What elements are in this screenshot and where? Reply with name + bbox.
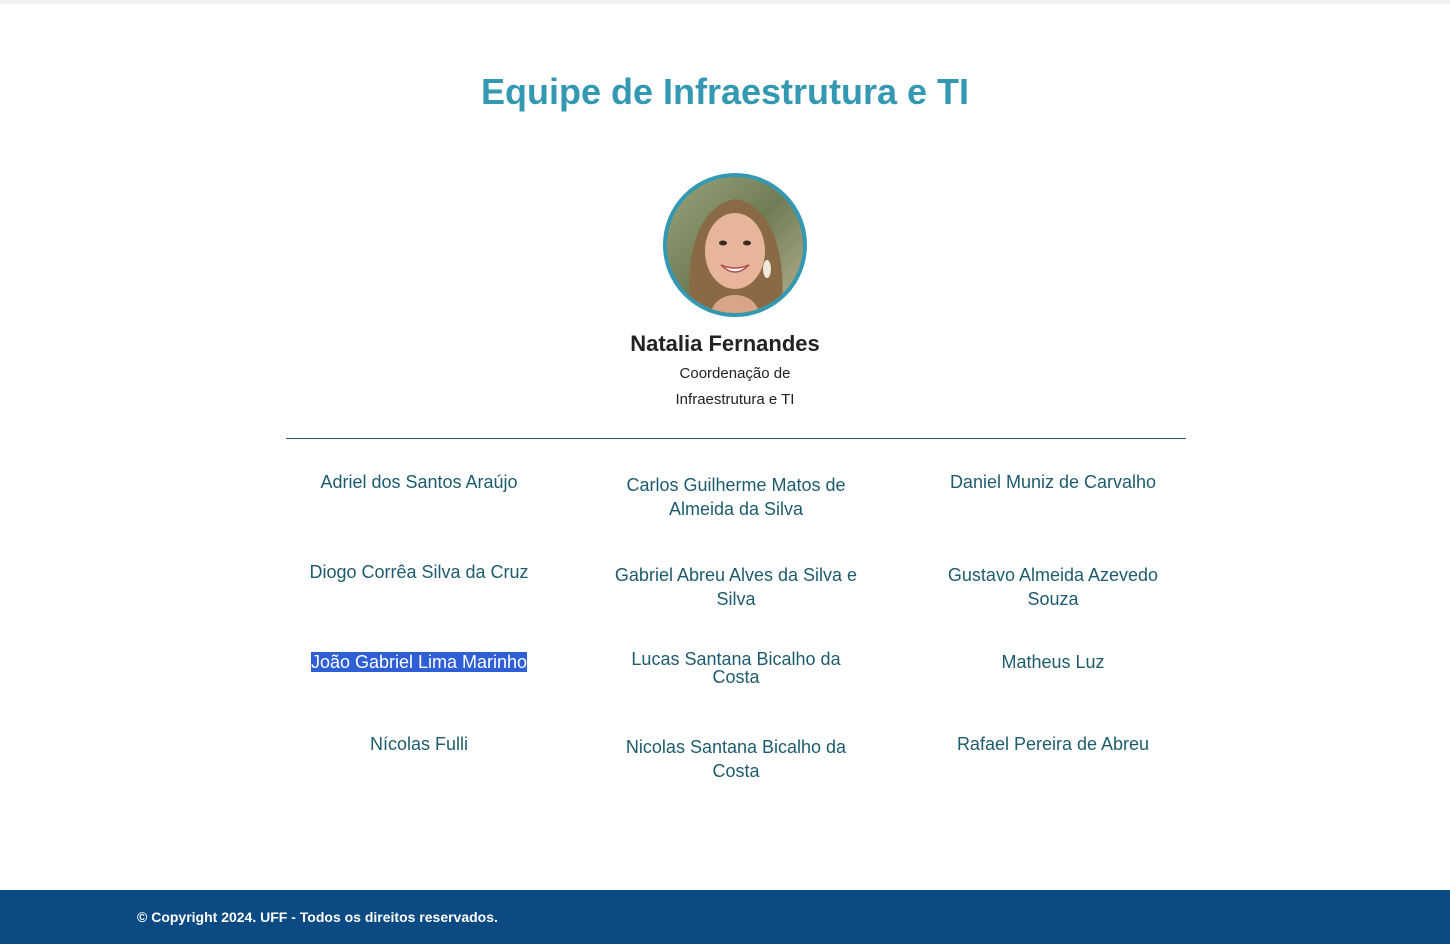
leader-name: Natalia Fernandes [630, 331, 820, 356]
member-name: Nicolas Santana Bicalho da Costa [625, 737, 847, 781]
leader-role: Coordenação de Infraestrutura e TI [675, 365, 795, 408]
member-row: Diogo Corrêa Silva da Cruz Gabriel Abreu… [290, 552, 1182, 642]
member-row: Adriel dos Santos Araújo Carlos Guilherm… [290, 462, 1182, 552]
section-divider [286, 438, 1186, 439]
member-name: Diogo Corrêa Silva da Cruz [309, 562, 529, 582]
page-title: Equipe de Infraestrutura e TI [480, 71, 970, 112]
member-name: Carlos Guilherme Matos de Almeida da Sil… [626, 475, 846, 519]
footer-copyright: © Copyright 2024. UFF - Todos os direito… [137, 909, 498, 925]
member-name: Lucas Santana Bicalho da Costa [631, 649, 841, 687]
footer: © Copyright 2024. UFF - Todos os direito… [0, 890, 1450, 944]
member-name: Nícolas Fulli [369, 734, 469, 754]
member-name: Daniel Muniz de Carvalho [949, 472, 1157, 492]
leader-avatar [663, 173, 807, 317]
selected-text: João Gabriel Lima Marinho [310, 652, 528, 672]
member-row: João Gabriel Lima Marinho Lucas Santana … [290, 642, 1182, 724]
member-name: Gustavo Almeida Azevedo Souza [947, 565, 1159, 609]
member-name: Rafael Pereira de Abreu [956, 734, 1150, 754]
member-name: Matheus Luz [1001, 652, 1105, 672]
top-border [0, 0, 1450, 4]
member-name: Adriel dos Santos Araújo [320, 472, 518, 492]
leader-photo-icon [667, 177, 803, 313]
member-row: Nícolas Fulli Nicolas Santana Bicalho da… [290, 724, 1182, 814]
member-name: Gabriel Abreu Alves da Silva e Silva [614, 565, 858, 609]
member-name-selected: João Gabriel Lima Marinho [290, 642, 548, 724]
team-members-grid: Adriel dos Santos Araújo Carlos Guilherm… [290, 462, 1182, 814]
